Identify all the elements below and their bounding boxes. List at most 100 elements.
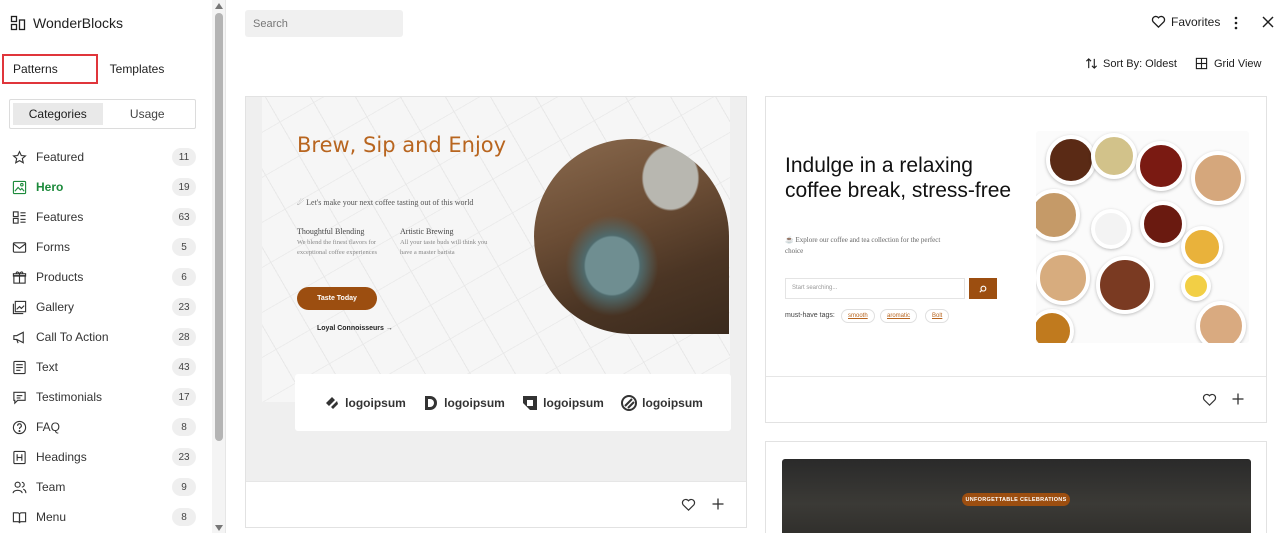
image-icon	[11, 179, 27, 195]
category-count: 23	[172, 448, 196, 466]
category-label: Menu	[36, 510, 67, 524]
favorite-heart-icon[interactable]	[1202, 392, 1217, 407]
pattern-card-hero-coffee[interactable]: Brew, Sip and Enjoy ☄ Let's make your ne…	[245, 96, 747, 528]
tea-cups-photo	[1036, 131, 1249, 343]
preview-badge: UNFORGETTABLE CELEBRATIONS	[962, 493, 1070, 506]
category-label: Text	[36, 360, 59, 374]
preview-search-field: Start searching...	[785, 278, 965, 299]
scroll-up-arrow-icon[interactable]	[215, 3, 223, 9]
logo-mark-icon	[523, 395, 538, 410]
category-usage-toggle: Categories Usage	[9, 99, 196, 129]
preview-cta-button: Taste Today	[297, 287, 377, 310]
categories-button[interactable]: Categories	[13, 103, 103, 125]
heart-icon	[1151, 15, 1166, 29]
logo-4: logoipsum	[620, 394, 703, 412]
features-icon	[11, 209, 27, 225]
logo-1: logoipsum	[323, 394, 406, 412]
preview-link: Loyal Connoisseurs →	[317, 325, 393, 332]
quote-icon	[11, 389, 27, 405]
category-label: Team	[36, 480, 66, 494]
category-item-forms[interactable]: Forms 5	[0, 232, 212, 262]
sort-arrows-icon	[1085, 58, 1098, 69]
sort-button[interactable]: Sort By: Oldest	[1085, 57, 1177, 70]
preview-subtitle: ☕ Explore our coffee and tea collection …	[785, 236, 941, 255]
category-item-featured[interactable]: Featured 11	[0, 142, 212, 172]
feature-1-title: Thoughtful Blending	[297, 227, 365, 236]
app: WonderBlocks Patterns Templates Categori…	[0, 0, 1285, 533]
category-count: 19	[172, 178, 196, 196]
tab-templates[interactable]: Templates	[100, 54, 174, 84]
add-plus-icon[interactable]	[1231, 392, 1245, 406]
category-count: 43	[172, 358, 196, 376]
preview-heading: Brew, Sip and Enjoy	[297, 133, 507, 157]
restaurant-photo: UNFORGETTABLE CELEBRATIONS	[782, 459, 1251, 533]
blocks-icon	[10, 15, 26, 31]
category-count: 5	[172, 238, 196, 256]
category-label: Products	[36, 270, 84, 284]
pattern-card-hero-celebrations[interactable]: UNFORGETTABLE CELEBRATIONS	[765, 441, 1267, 533]
logo-strip: logoipsum logoipsum logoipsum logoipsum	[295, 374, 731, 431]
star-icon	[11, 149, 27, 165]
gallery-icon	[11, 299, 27, 315]
search-box	[245, 10, 403, 37]
category-count: 11	[172, 148, 196, 166]
pattern-card-hero-tea[interactable]: Indulge in a relaxing coffee break, stre…	[765, 96, 1267, 423]
pattern-preview[interactable]: Brew, Sip and Enjoy ☄ Let's make your ne…	[246, 97, 746, 481]
main-area: Favorites Sort By: Oldest Grid View Brew…	[227, 0, 1285, 533]
category-item-headings[interactable]: Headings 23	[0, 442, 212, 472]
add-plus-icon[interactable]	[711, 497, 725, 511]
category-item-call-to-action[interactable]: Call To Action 28	[0, 322, 212, 352]
category-count: 6	[172, 268, 196, 286]
category-count: 28	[172, 328, 196, 346]
logo-2: logoipsum	[422, 394, 505, 412]
usage-button[interactable]: Usage	[103, 103, 193, 125]
brand-name: WonderBlocks	[33, 15, 124, 31]
favorites-button[interactable]: Favorites	[1151, 14, 1220, 29]
category-label: Call To Action	[36, 330, 109, 344]
category-item-gallery[interactable]: Gallery 23	[0, 292, 212, 322]
close-icon[interactable]	[1260, 14, 1276, 30]
more-options-icon[interactable]	[1230, 14, 1242, 32]
feature-1-desc: We blend the finest flavors for exceptio…	[297, 239, 377, 256]
logo-3: logoipsum	[521, 394, 604, 412]
book-icon	[11, 509, 27, 525]
team-icon	[11, 479, 27, 495]
feature-2-title: Artistic Brewing	[400, 227, 454, 236]
gift-icon	[11, 269, 27, 285]
category-item-text[interactable]: Text 43	[0, 352, 212, 382]
category-item-testimonials[interactable]: Testimonials 17	[0, 382, 212, 412]
sidebar-scrollbar[interactable]	[212, 0, 226, 533]
preview-search-button	[969, 278, 997, 299]
preview-content: Brew, Sip and Enjoy ☄ Let's make your ne…	[262, 97, 731, 431]
search-input[interactable]	[253, 17, 395, 30]
category-item-faq[interactable]: FAQ 8	[0, 412, 212, 442]
sidebar: WonderBlocks Patterns Templates Categori…	[0, 0, 212, 533]
megaphone-icon	[11, 329, 27, 345]
grid-view-label: Grid View	[1214, 57, 1262, 70]
category-item-products[interactable]: Products 6	[0, 262, 212, 292]
text-icon	[11, 359, 27, 375]
tab-patterns[interactable]: Patterns	[2, 54, 98, 84]
coffee-mug-photo	[534, 139, 729, 334]
logo-mark-icon	[621, 394, 638, 411]
heading-icon	[11, 449, 27, 465]
scroll-thumb[interactable]	[215, 13, 223, 441]
category-item-team[interactable]: Team 9	[0, 472, 212, 502]
favorite-heart-icon[interactable]	[681, 497, 696, 512]
category-item-menu[interactable]: Menu 8	[0, 502, 212, 532]
category-item-hero[interactable]: Hero 19	[0, 172, 212, 202]
scroll-down-arrow-icon[interactable]	[215, 525, 223, 531]
category-item-features[interactable]: Features 63	[0, 202, 212, 232]
category-label: Hero	[36, 180, 64, 194]
grid-view-button[interactable]: Grid View	[1195, 57, 1261, 70]
sort-label: Sort By: Oldest	[1103, 57, 1177, 70]
search-icon	[979, 285, 987, 293]
category-count: 17	[172, 388, 196, 406]
category-count: 9	[172, 478, 196, 496]
category-list: Featured 11 Hero 19 Features 63 Forms 5 Products…	[0, 142, 212, 532]
category-count: 63	[172, 208, 196, 226]
mail-icon	[11, 239, 27, 255]
brand: WonderBlocks	[10, 15, 123, 31]
preview-heading: Indulge in a relaxing coffee break, stre…	[785, 154, 1012, 202]
tag-chip: Bolt	[925, 309, 950, 323]
